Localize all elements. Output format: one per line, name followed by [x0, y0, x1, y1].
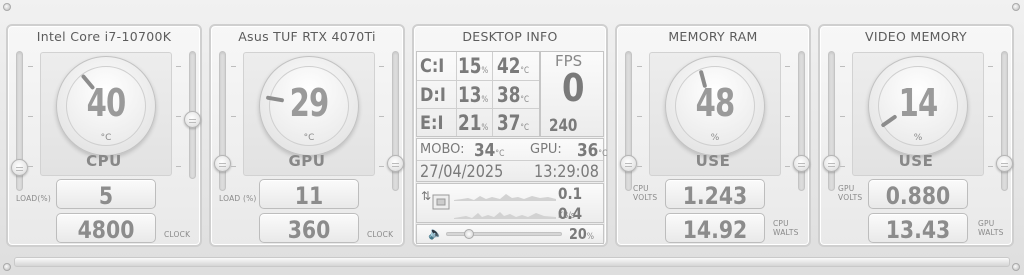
mobo-label: MOBO: [420, 142, 465, 157]
drive-percent: 21% [458, 111, 489, 135]
memory-gauge: 48 % [665, 56, 765, 156]
memory-unit: % [710, 133, 720, 143]
gpu-temp-gauge: 29 °C [259, 56, 359, 156]
load-label: LOAD (%) [219, 194, 257, 203]
gpu-load-value: 11 [294, 182, 324, 210]
cpu-clock-box: 4800 [56, 213, 156, 244]
mobo-temp: 34°C [474, 140, 505, 161]
date: 27/04/2025 [420, 162, 504, 182]
gpu-clock-box: 360 [259, 213, 359, 244]
video-memory-unit: % [913, 133, 923, 143]
clock-slider-knob[interactable] [184, 111, 201, 128]
cpu-panel: Intel Core i7-10700K 40 °C CPU LOAD(%) C… [6, 24, 202, 247]
gpu-clock-value: 360 [287, 216, 331, 244]
drive-percent: 13% [458, 83, 489, 107]
drive-label: D:I [420, 84, 446, 106]
cpu-watts-box: 14.92 [665, 213, 765, 244]
gpu-label: GPU [288, 152, 326, 170]
bottom-rail [14, 257, 1010, 267]
clock-label: CLOCK [367, 230, 394, 239]
drive-temp: 37°C [497, 111, 530, 135]
cpu-volts-box: 1.243 [665, 179, 765, 210]
gpu-temp-value: 29 [289, 81, 330, 125]
gpu-watts-box: 13.43 [868, 213, 968, 244]
cpu-volts-value: 1.243 [682, 182, 748, 210]
screw-icon [1012, 263, 1020, 271]
net-arrows-icon: ⇅ [421, 189, 432, 203]
gpu-temp-small: 36°C [577, 140, 608, 161]
cpu-watts-value: 14.92 [682, 216, 748, 244]
cpu-clock-value: 4800 [77, 216, 135, 244]
cpu-volts-label: CPU VOLTS [633, 184, 658, 202]
clock-label: CLOCK [164, 230, 191, 239]
cpu-panel-title: Intel Core i7-10700K [36, 29, 172, 44]
memory-panel-title: MEMORY RAM [668, 29, 758, 44]
cpu-temp-gauge: 40 °C [56, 56, 156, 156]
drive-percent: 15% [458, 54, 489, 78]
gpu-watts-label: GPU WALTS [978, 219, 1004, 237]
gpu-volts-label: GPU VOLTS [838, 184, 863, 202]
gpu-panel: Asus TUF RTX 4070Ti 29 °C GPU LOAD (%) C… [209, 24, 405, 247]
cpu-temp-value: 40 [86, 81, 127, 125]
drive-temp: 38°C [497, 83, 530, 107]
memory-value: 48 [695, 81, 736, 125]
gpu-load-box: 11 [259, 179, 359, 210]
video-memory-gauge: 14 % [868, 56, 968, 156]
gpu-panel-title: Asus TUF RTX 4070Ti [238, 29, 376, 44]
video-memory-title: VIDEO MEMORY [864, 29, 967, 44]
gpu-temp-unit: °C [303, 133, 315, 143]
time: 13:29:08 [534, 162, 599, 182]
ethernet-icon [432, 194, 450, 210]
gpu-temp-label: GPU: [530, 142, 562, 157]
cpu-temp-unit: °C [100, 133, 112, 143]
gpu-watts-value: 13.43 [885, 216, 951, 244]
memory-use-label: USE [695, 152, 731, 170]
desktop-info-panel: DESKTOP INFO C:I 15% 42°C D:I 13% 38°C E… [412, 24, 608, 247]
video-memory-panel: VIDEO MEMORY 14 % USE GPU VOLTS GPU WALT… [818, 24, 1014, 247]
cpu-load-value: 5 [98, 182, 114, 210]
screw-icon [3, 3, 11, 11]
network-graph [454, 194, 556, 219]
video-memory-value: 14 [898, 81, 939, 125]
memory-panel: MEMORY RAM 48 % USE CPU VOLTS CPU WALTS … [615, 24, 811, 247]
fps-value: 0 [562, 66, 585, 110]
drive-label: C:I [420, 55, 445, 77]
desktop-info-title: DESKTOP INFO [462, 29, 558, 44]
drive-temp: 42°C [497, 54, 530, 78]
screw-icon [1012, 3, 1020, 11]
cpu-label: CPU [86, 152, 122, 170]
cpu-watts-label: CPU WALTS [773, 219, 799, 237]
gpu-volts-box: 0.880 [868, 179, 968, 210]
speaker-icon[interactable]: 🔈 [428, 226, 443, 240]
volume-value: 20% [569, 225, 595, 243]
video-use-label: USE [898, 152, 934, 170]
screw-icon [3, 263, 11, 271]
drive-label: E:I [420, 112, 444, 134]
cpu-load-box: 5 [56, 179, 156, 210]
gpu-volts-value: 0.880 [885, 182, 951, 210]
load-label: LOAD(%) [16, 194, 51, 203]
